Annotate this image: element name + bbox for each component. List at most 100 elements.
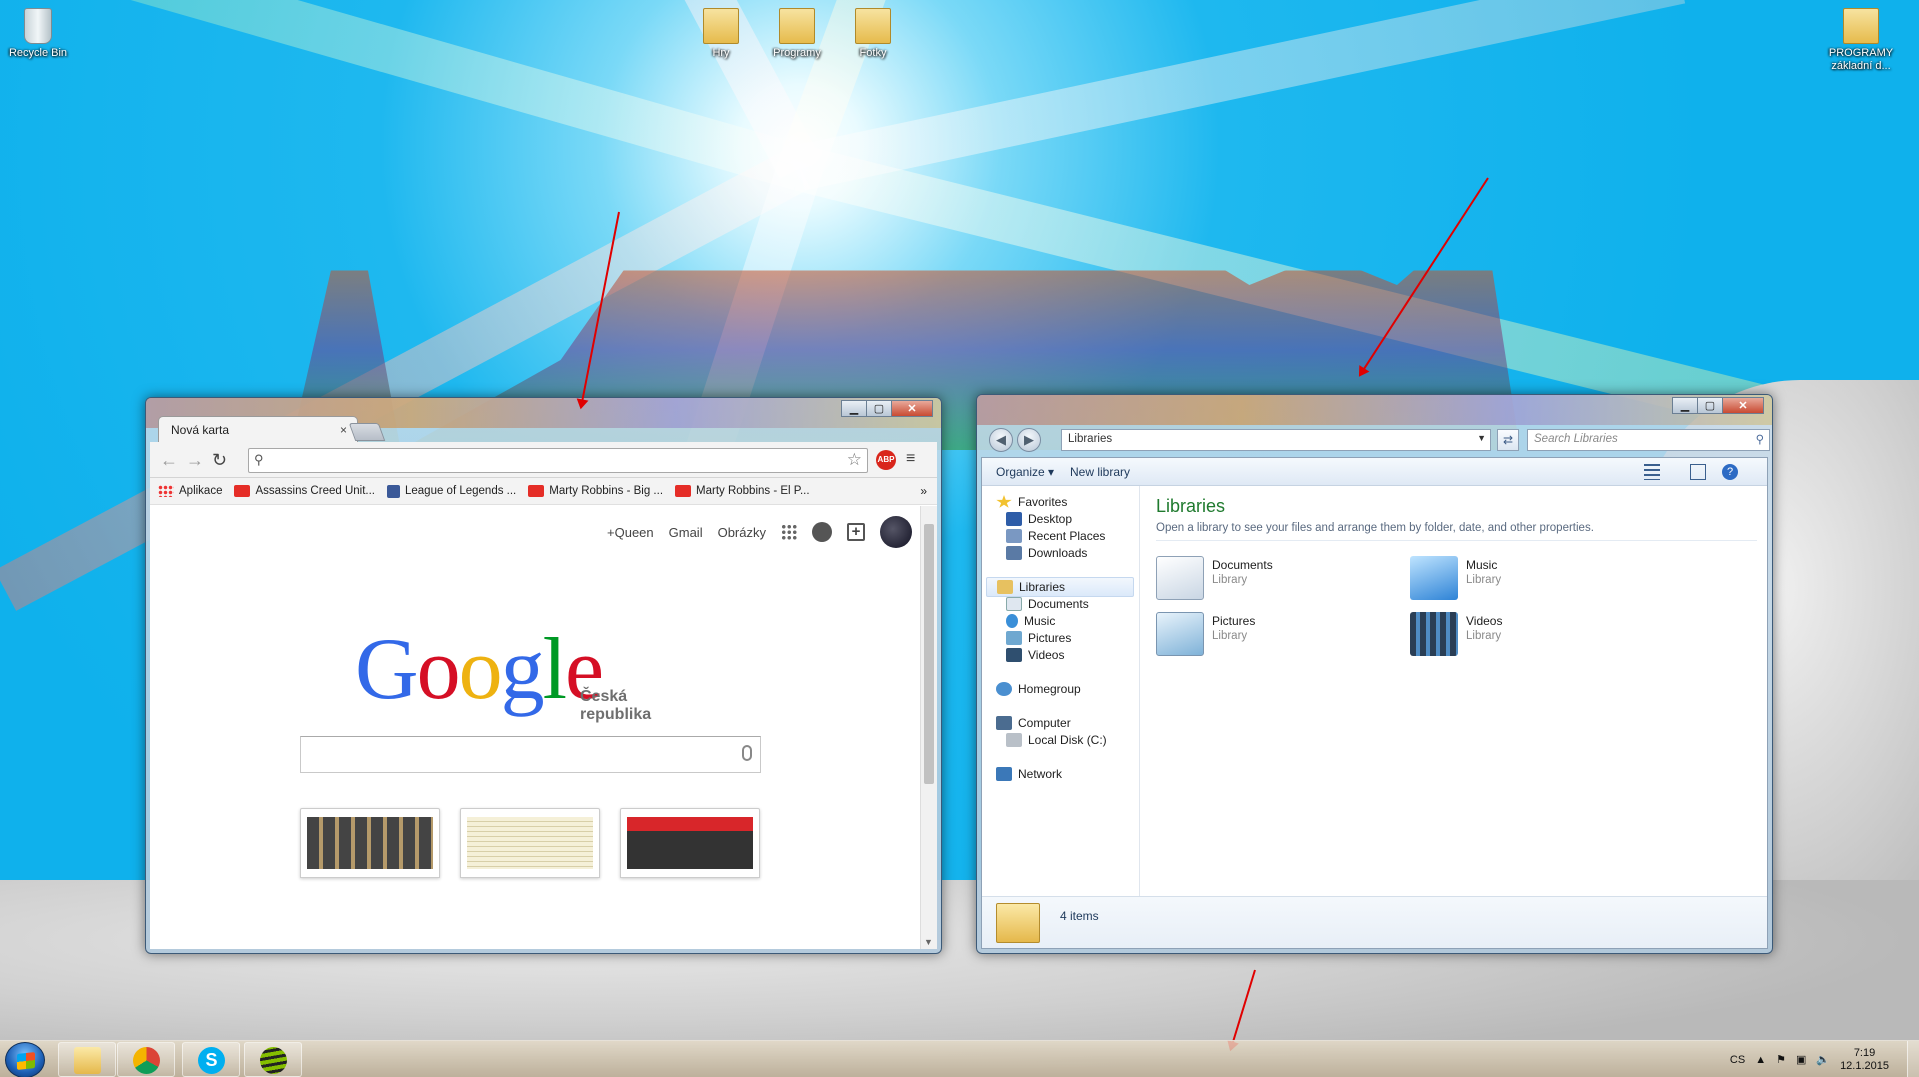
vertical-scrollbar[interactable]: ▼ <box>920 506 937 949</box>
library-music[interactable]: Music Library <box>1410 556 1501 600</box>
chevron-down-icon[interactable]: ▼ <box>1477 433 1486 443</box>
help-icon[interactable]: ? <box>1722 464 1738 480</box>
most-visited <box>300 808 780 878</box>
avatar[interactable] <box>880 516 912 548</box>
bookmark-item[interactable]: League of Legends ... <box>386 484 516 498</box>
nav-videos[interactable]: Videos <box>1006 645 1064 665</box>
show-hidden-icons-icon[interactable]: ▲ <box>1755 1054 1766 1066</box>
music-icon <box>1410 556 1458 600</box>
scrollbar-thumb[interactable] <box>924 524 934 784</box>
minimize-button[interactable]: ▁ <box>1672 397 1698 414</box>
library-pictures[interactable]: Pictures Library <box>1156 612 1255 656</box>
back-icon[interactable]: ◀ <box>989 428 1013 452</box>
logo-letter: o <box>416 621 461 718</box>
view-options-icon[interactable] <box>1644 464 1660 480</box>
desktop-icon-recycle-bin[interactable]: Recycle Bin <box>0 8 76 60</box>
apps-grid-icon[interactable] <box>781 524 797 540</box>
forward-icon[interactable]: ▶ <box>1017 428 1041 452</box>
folder-icon <box>779 8 815 44</box>
volume-icon[interactable]: 🔈 <box>1816 1053 1830 1066</box>
network-icon[interactable]: ▣ <box>1796 1053 1806 1066</box>
logo-letter: l <box>542 621 567 718</box>
close-button[interactable]: ✕ <box>891 400 933 417</box>
images-link[interactable]: Obrázky <box>718 525 766 540</box>
chrome-window[interactable]: ▁ ▢ ✕ Nová karta × ← → ↻ ⚲ ☆ ABP ≡ Aplik… <box>145 397 942 954</box>
show-desktop-button[interactable] <box>1907 1041 1919 1077</box>
bookmark-item[interactable]: Assassins Creed Unit... <box>234 485 375 497</box>
most-visited-tile[interactable] <box>300 808 440 878</box>
network-icon <box>996 767 1012 781</box>
scroll-down-icon[interactable]: ▼ <box>924 937 933 947</box>
logo-letter: g <box>500 621 545 718</box>
close-button[interactable]: ✕ <box>1722 397 1764 414</box>
search-input[interactable]: Search Libraries ⚲ <box>1527 429 1770 451</box>
organize-button[interactable]: Organize ▾ <box>996 465 1054 479</box>
clock[interactable]: 7:19 12.1.2015 <box>1840 1047 1889 1073</box>
maximize-button[interactable]: ▢ <box>866 400 892 417</box>
tab-close-icon[interactable]: × <box>340 423 347 437</box>
most-visited-tile[interactable] <box>460 808 600 878</box>
gmail-link[interactable]: Gmail <box>669 525 703 540</box>
most-visited-tile[interactable] <box>620 808 760 878</box>
reload-icon[interactable]: ↻ <box>212 451 227 469</box>
desktop-icon-fotky[interactable]: Fotky <box>835 8 911 60</box>
nav-homegroup[interactable]: Homegroup <box>996 679 1081 699</box>
taskbar-chrome[interactable] <box>117 1042 175 1077</box>
tab-new-tab[interactable]: Nová karta × <box>158 416 358 442</box>
desktop-icon-label: PROGRAMY <box>1828 47 1894 59</box>
search-icon: ⚲ <box>254 452 264 467</box>
nav-network[interactable]: Network <box>996 764 1062 784</box>
start-button[interactable] <box>5 1042 45 1077</box>
nav-local-disk[interactable]: Local Disk (C:) <box>1006 730 1107 750</box>
bookmarks-more-icon[interactable]: » <box>920 484 927 498</box>
desktop-icon-hry[interactable]: Hry <box>683 8 759 60</box>
documents-icon <box>1006 597 1022 611</box>
microphone-icon[interactable] <box>742 745 752 761</box>
refresh-icon[interactable]: ⇄ <box>1497 429 1519 451</box>
tile-preview <box>467 817 593 869</box>
library-documents[interactable]: Documents Library <box>1156 556 1273 600</box>
desktop-icon-programy[interactable]: Programy <box>759 8 835 60</box>
preview-pane-icon[interactable] <box>1690 464 1706 480</box>
language-indicator[interactable]: CS <box>1730 1054 1745 1066</box>
taskbar-explorer[interactable] <box>58 1042 116 1077</box>
address-bar[interactable]: ⚲ ☆ <box>248 448 868 473</box>
downloads-icon <box>1006 546 1022 560</box>
explorer-window[interactable]: ▁ ▢ ✕ ◀ ▶ Libraries ▼ ⇄ Search Libraries… <box>976 394 1773 954</box>
nav-label: Network <box>1018 767 1063 781</box>
forward-icon[interactable]: → <box>186 451 204 469</box>
bookmark-star-icon[interactable]: ☆ <box>847 450 862 470</box>
notifications-icon[interactable] <box>812 522 832 542</box>
bookmark-apps[interactable]: Aplikace <box>158 485 222 497</box>
taskbar-spotify[interactable] <box>244 1042 302 1077</box>
minimize-button[interactable]: ▁ <box>841 400 867 417</box>
tile-preview <box>627 817 753 869</box>
library-type: Library <box>1466 574 1502 586</box>
new-tab-button[interactable] <box>348 423 386 441</box>
navigation-pane: Favorites Desktop Recent Places Download… <box>982 486 1140 896</box>
window-titlebar[interactable] <box>977 395 1772 425</box>
command-bar: Organize ▾ New library ? <box>982 458 1767 486</box>
breadcrumb[interactable]: Libraries ▼ <box>1061 429 1491 451</box>
nav-downloads[interactable]: Downloads <box>1006 543 1087 563</box>
taskbar-skype[interactable]: S <box>182 1042 240 1077</box>
breadcrumb-item[interactable]: Libraries <box>1068 433 1112 445</box>
google-search-input[interactable] <box>300 736 761 773</box>
libraries-folder-icon <box>996 903 1040 943</box>
desktop-icon-programy-zakladni[interactable]: PROGRAMY základní d... <box>1823 8 1899 73</box>
maximize-button[interactable]: ▢ <box>1697 397 1723 414</box>
action-center-flag-icon[interactable]: ⚑ <box>1776 1053 1786 1066</box>
desktop-icon-label: Fotky <box>859 47 887 59</box>
library-name: Videos <box>1466 614 1503 628</box>
menu-icon[interactable]: ≡ <box>906 450 915 468</box>
queen-link[interactable]: +Queen <box>607 525 654 540</box>
wallpaper-ray <box>795 0 1686 191</box>
bookmark-item[interactable]: Marty Robbins - Big ... <box>528 485 663 497</box>
library-videos[interactable]: Videos Library <box>1410 612 1502 656</box>
new-library-button[interactable]: New library <box>1070 465 1130 479</box>
system-tray: CS ▲ ⚑ ▣ 🔈 7:19 12.1.2015 <box>1720 1041 1919 1077</box>
back-icon[interactable]: ← <box>160 451 178 469</box>
adblock-icon[interactable]: ABP <box>876 450 896 470</box>
share-plus-icon[interactable]: + <box>847 523 865 541</box>
bookmark-item[interactable]: Marty Robbins - El P... <box>675 485 810 497</box>
